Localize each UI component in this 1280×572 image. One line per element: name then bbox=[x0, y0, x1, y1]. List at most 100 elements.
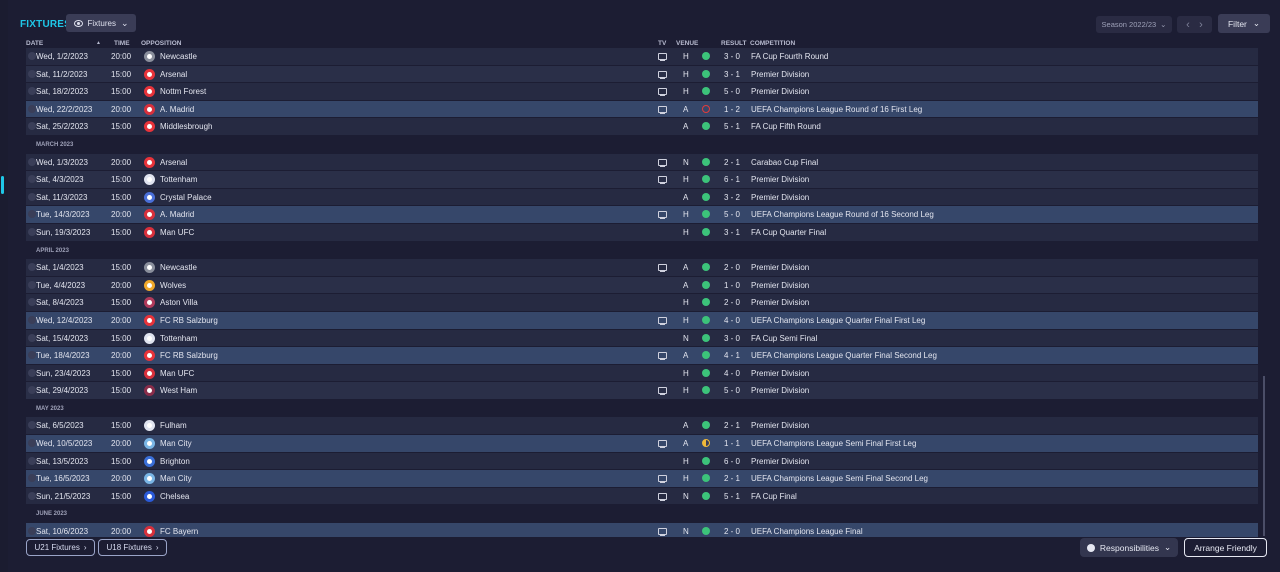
fixture-row[interactable]: Sat, 29/4/2023 15:00 West Ham H 5 - 0 Premier… bbox=[26, 382, 1258, 400]
opponent-link[interactable]: A. Madrid bbox=[160, 210, 194, 219]
result-indicator-icon bbox=[702, 104, 710, 113]
competition-link[interactable]: UEFA Champions League Final bbox=[751, 527, 863, 536]
venue: H bbox=[683, 298, 689, 308]
competition-link[interactable]: Carabao Cup Final bbox=[751, 158, 818, 167]
opponent-link[interactable]: West Ham bbox=[160, 386, 197, 395]
responsibilities-button[interactable]: Responsibilities ⌄ bbox=[1080, 538, 1178, 557]
opponent-link[interactable]: Man City bbox=[160, 474, 192, 483]
opponent-link[interactable]: Nottm Forest bbox=[160, 87, 206, 96]
competition-link[interactable]: FA Cup Final bbox=[751, 492, 797, 501]
opponent-link[interactable]: Arsenal bbox=[160, 70, 187, 79]
fixture-row[interactable]: Sat, 1/4/2023 15:00 Newcastle A 2 - 0 Premier… bbox=[26, 259, 1258, 277]
opponent-link[interactable]: Newcastle bbox=[160, 263, 197, 272]
competition-link[interactable]: Premier Division bbox=[751, 263, 809, 272]
fixture-row[interactable]: Tue, 16/5/2023 20:00 Man City H 2 - 1 UEFA Ch… bbox=[26, 470, 1258, 488]
view-dropdown[interactable]: Fixtures ⌄ bbox=[66, 14, 136, 32]
competition-link[interactable]: Premier Division bbox=[751, 457, 809, 466]
competition-link[interactable]: UEFA Champions League Semi Final Second … bbox=[751, 474, 928, 483]
opponent-link[interactable]: Arsenal bbox=[160, 158, 187, 167]
tv-icon bbox=[658, 528, 667, 537]
next-season-button[interactable]: › bbox=[1190, 16, 1212, 33]
opponent-link[interactable]: A. Madrid bbox=[160, 105, 194, 114]
competition-link[interactable]: Premier Division bbox=[751, 281, 809, 290]
col-time[interactable]: TIME bbox=[114, 40, 130, 47]
opponent-link[interactable]: Man UFC bbox=[160, 369, 194, 378]
fixture-row[interactable]: Wed, 1/2/2023 20:00 Newcastle H 3 - 0 FA Cup … bbox=[26, 48, 1258, 66]
col-result[interactable]: RESULT bbox=[721, 40, 747, 47]
chevron-right-icon: › bbox=[155, 543, 159, 552]
competition-link[interactable]: UEFA Champions League Quarter Final Seco… bbox=[751, 351, 937, 360]
competition-link[interactable]: FA Cup Fourth Round bbox=[751, 52, 828, 61]
competition-link[interactable]: FA Cup Fifth Round bbox=[751, 122, 821, 131]
month-header: MARCH 2023 bbox=[26, 136, 1258, 154]
scrollbar[interactable] bbox=[1263, 376, 1265, 536]
opponent-link[interactable]: Brighton bbox=[160, 457, 190, 466]
competition-link[interactable]: FA Cup Quarter Final bbox=[751, 228, 826, 237]
opponent-link[interactable]: Wolves bbox=[160, 281, 186, 290]
fixture-row[interactable]: Sun, 21/5/2023 15:00 Chelsea N 5 - 1 FA Cup F… bbox=[26, 487, 1258, 506]
opponent-link[interactable]: Newcastle bbox=[160, 52, 197, 61]
fixture-row[interactable]: Wed, 1/3/2023 20:00 Arsenal N 2 - 1 Carabao C… bbox=[26, 153, 1258, 172]
opponent-link[interactable]: Middlesbrough bbox=[160, 122, 212, 131]
fixture-row[interactable]: Tue, 18/4/2023 20:00 FC RB Salzburg A 4 - 1 U… bbox=[26, 347, 1258, 365]
opponent-link[interactable]: Tottenham bbox=[160, 175, 197, 184]
fixture-row[interactable]: Sat, 10/6/2023 20:00 FC Bayern N 2 - 0 UEFA C… bbox=[26, 523, 1258, 537]
match-status-icon bbox=[28, 210, 36, 219]
opponent-link[interactable]: FC RB Salzburg bbox=[160, 316, 218, 325]
u21-fixtures-button[interactable]: U21 Fixtures › bbox=[26, 539, 95, 556]
club-crest-icon bbox=[144, 332, 155, 344]
col-venue[interactable]: VENUE bbox=[676, 40, 698, 47]
competition-link[interactable]: Premier Division bbox=[751, 70, 809, 79]
competition-link[interactable]: UEFA Champions League Round of 16 First … bbox=[751, 105, 922, 114]
score: 5 - 1 bbox=[724, 491, 741, 501]
opponent-link[interactable]: Aston Villa bbox=[160, 298, 198, 307]
opponent-link[interactable]: Crystal Palace bbox=[160, 193, 212, 202]
fixture-row[interactable]: Sat, 25/2/2023 15:00 Middlesbrough A 5 - 1 FA… bbox=[26, 118, 1258, 136]
fixture-row[interactable]: Wed, 22/2/2023 20:00 A. Madrid A 1 - 2 UEFA C… bbox=[26, 100, 1258, 119]
fixture-row[interactable]: Sun, 23/4/2023 15:00 Man UFC H 4 - 0 Premier … bbox=[26, 364, 1258, 383]
competition-link[interactable]: UEFA Champions League Round of 16 Second… bbox=[751, 210, 934, 219]
competition-link[interactable]: Premier Division bbox=[751, 175, 809, 184]
competition-link[interactable]: UEFA Champions League Semi Final First L… bbox=[751, 439, 916, 448]
opponent-link[interactable]: FC Bayern bbox=[160, 527, 198, 536]
opponent-link[interactable]: Man UFC bbox=[160, 228, 194, 237]
opponent-link[interactable]: Chelsea bbox=[160, 492, 189, 501]
fixture-row[interactable]: Wed, 12/4/2023 20:00 FC RB Salzburg H 4 - 0 U… bbox=[26, 311, 1258, 330]
fixture-row[interactable]: Sun, 19/3/2023 15:00 Man UFC H 3 - 1 FA Cup Q… bbox=[26, 223, 1258, 242]
match-status-icon bbox=[28, 351, 36, 360]
col-tv[interactable]: TV bbox=[658, 40, 666, 47]
arrange-friendly-button[interactable]: Arrange Friendly bbox=[1184, 538, 1267, 557]
competition-link[interactable]: Premier Division bbox=[751, 369, 809, 378]
competition-link[interactable]: Premier Division bbox=[751, 87, 809, 96]
fixture-row[interactable]: Sat, 15/4/2023 15:00 Tottenham N 3 - 0 FA Cup… bbox=[26, 329, 1258, 348]
col-competition[interactable]: COMPETITION bbox=[750, 40, 795, 47]
fixture-row[interactable]: Sat, 11/2/2023 15:00 Arsenal H 3 - 1 Premier … bbox=[26, 65, 1258, 84]
competition-link[interactable]: UEFA Champions League Quarter Final Firs… bbox=[751, 316, 925, 325]
opponent-link[interactable]: Tottenham bbox=[160, 334, 197, 343]
season-selector[interactable]: Season 2022/23 ⌄ bbox=[1096, 16, 1172, 33]
competition-link[interactable]: Premier Division bbox=[751, 193, 809, 202]
fixture-row[interactable]: Sat, 4/3/2023 15:00 Tottenham H 6 - 1 Premier… bbox=[26, 171, 1258, 189]
competition-link[interactable]: Premier Division bbox=[751, 421, 809, 430]
fixture-row[interactable]: Sat, 18/2/2023 15:00 Nottm Forest H 5 - 0 Pre… bbox=[26, 83, 1258, 101]
competition-link[interactable]: Premier Division bbox=[751, 298, 809, 307]
opponent-link[interactable]: FC RB Salzburg bbox=[160, 351, 218, 360]
u18-fixtures-button[interactable]: U18 Fixtures › bbox=[98, 539, 167, 556]
fixture-row[interactable]: Sat, 6/5/2023 15:00 Fulham A 2 - 1 Premier Di… bbox=[26, 417, 1258, 436]
opponent-link[interactable]: Fulham bbox=[160, 421, 187, 430]
filter-button[interactable]: Filter ⌄ bbox=[1218, 14, 1270, 33]
fixture-row[interactable]: Wed, 10/5/2023 20:00 Man City A 1 - 1 UEFA Ch… bbox=[26, 435, 1258, 453]
venue: A bbox=[683, 104, 689, 114]
col-opposition[interactable]: OPPOSITION bbox=[141, 40, 181, 47]
fixture-row[interactable]: Tue, 4/4/2023 20:00 Wolves A 1 - 0 Premier Di… bbox=[26, 276, 1258, 295]
fixture-row[interactable]: Sat, 13/5/2023 15:00 Brighton H 6 - 0 Premier… bbox=[26, 452, 1258, 471]
competition-link[interactable]: FA Cup Semi Final bbox=[751, 334, 817, 343]
fixture-row[interactable]: Sat, 8/4/2023 15:00 Aston Villa H 2 - 0 Premi… bbox=[26, 294, 1258, 312]
opponent-link[interactable]: Man City bbox=[160, 439, 192, 448]
col-date[interactable]: DATE bbox=[26, 40, 43, 47]
fixture-row[interactable]: Tue, 14/3/2023 20:00 A. Madrid H 5 - 0 UEFA C… bbox=[26, 206, 1258, 224]
fixture-row[interactable]: Sat, 11/3/2023 15:00 Crystal Palace A 3 - 2 P… bbox=[26, 188, 1258, 207]
competition-link[interactable]: Premier Division bbox=[751, 386, 809, 395]
fixture-time: 15:00 bbox=[111, 298, 132, 308]
fixture-time: 20:00 bbox=[111, 315, 132, 325]
